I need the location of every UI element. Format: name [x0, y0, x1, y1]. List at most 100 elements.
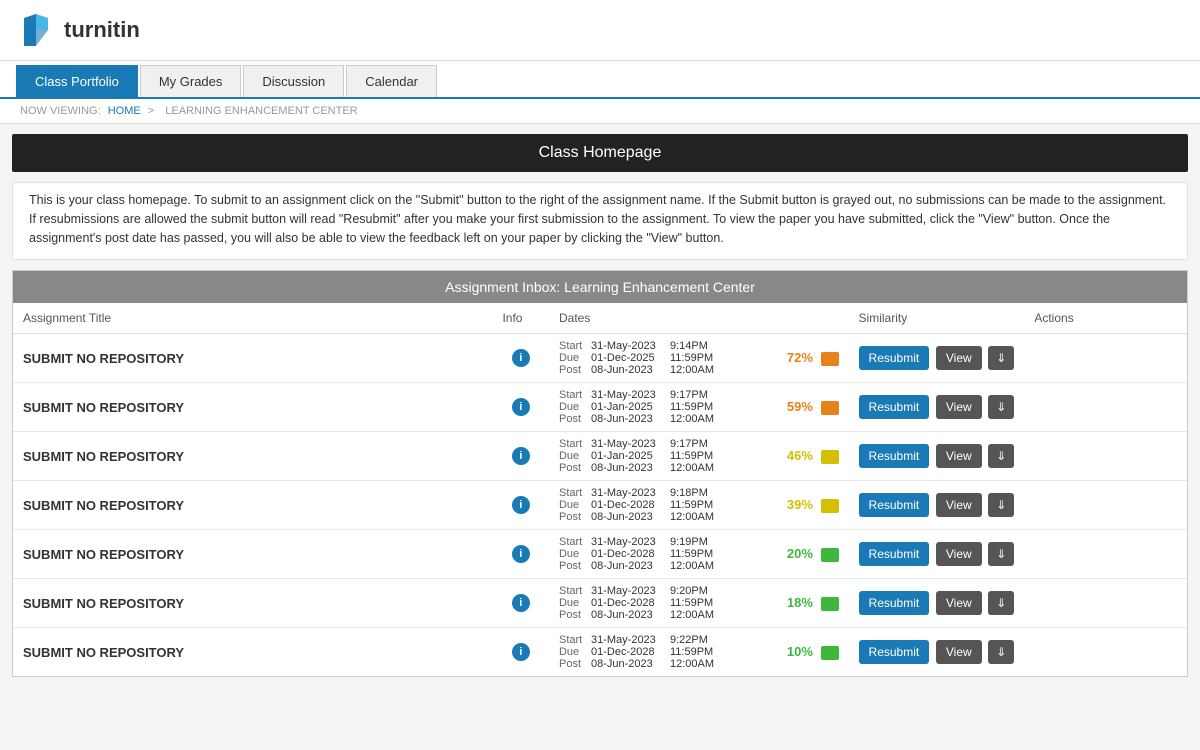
col-header-info: Info: [492, 303, 549, 334]
similarity-cell: 39%: [777, 481, 849, 530]
assignment-table: Assignment Title Info Dates Similarity A…: [13, 303, 1187, 676]
assignment-title-cell: SUBMIT NO REPOSITORY: [13, 628, 492, 677]
description-text: This is your class homepage. To submit t…: [12, 182, 1188, 260]
download-button[interactable]: ⇓: [988, 591, 1014, 615]
similarity-bar: [821, 646, 839, 660]
info-icon[interactable]: i: [512, 594, 530, 612]
view-button[interactable]: View: [936, 591, 982, 615]
breadcrumb-home[interactable]: HOME: [108, 105, 141, 117]
col-header-similarity: Similarity: [849, 303, 1025, 334]
assignment-title: SUBMIT NO REPOSITORY: [23, 645, 184, 660]
similarity-cell: 10%: [777, 628, 849, 677]
similarity-bar: [821, 401, 839, 415]
similarity-cell: 72%: [777, 334, 849, 383]
resubmit-button[interactable]: Resubmit: [859, 395, 930, 419]
similarity-cell: 59%: [777, 383, 849, 432]
download-button[interactable]: ⇓: [988, 395, 1014, 419]
info-cell: i: [492, 334, 549, 383]
view-button[interactable]: View: [936, 444, 982, 468]
info-icon[interactable]: i: [512, 496, 530, 514]
table-row: SUBMIT NO REPOSITORY i Start31-May-20239…: [13, 579, 1187, 628]
info-cell: i: [492, 481, 549, 530]
table-row: SUBMIT NO REPOSITORY i Start31-May-20239…: [13, 432, 1187, 481]
assignment-title-cell: SUBMIT NO REPOSITORY: [13, 334, 492, 383]
view-button[interactable]: View: [936, 542, 982, 566]
view-button[interactable]: View: [936, 493, 982, 517]
info-cell: i: [492, 530, 549, 579]
similarity-percent: 10%: [787, 644, 813, 659]
actions-cell: Resubmit View ⇓: [849, 628, 1025, 677]
similarity-percent: 20%: [787, 546, 813, 561]
table-row: SUBMIT NO REPOSITORY i Start31-May-20239…: [13, 334, 1187, 383]
similarity-bar: [821, 352, 839, 366]
resubmit-button[interactable]: Resubmit: [859, 346, 930, 370]
assignment-title-cell: SUBMIT NO REPOSITORY: [13, 481, 492, 530]
col-header-spacer: [777, 303, 849, 334]
dates-cell: Start31-May-20239:17PM Due01-Jan-202511:…: [549, 432, 777, 481]
tab-calendar[interactable]: Calendar: [346, 65, 437, 97]
info-icon[interactable]: i: [512, 545, 530, 563]
download-button[interactable]: ⇓: [988, 444, 1014, 468]
actions-cell: Resubmit View ⇓: [849, 432, 1025, 481]
tab-discussion[interactable]: Discussion: [243, 65, 344, 97]
info-cell: i: [492, 579, 549, 628]
nav-tabs: Class Portfolio My Grades Discussion Cal…: [0, 61, 1200, 99]
breadcrumb: NOW VIEWING: HOME > LEARNING ENHANCEMENT…: [0, 99, 1200, 124]
resubmit-button[interactable]: Resubmit: [859, 493, 930, 517]
dates-cell: Start31-May-20239:18PM Due01-Dec-202811:…: [549, 481, 777, 530]
info-icon[interactable]: i: [512, 349, 530, 367]
actions-cell: Resubmit View ⇓: [849, 530, 1025, 579]
similarity-bar: [821, 597, 839, 611]
view-button[interactable]: View: [936, 640, 982, 664]
similarity-percent: 39%: [787, 497, 813, 512]
assignment-title-cell: SUBMIT NO REPOSITORY: [13, 432, 492, 481]
similarity-percent: 46%: [787, 448, 813, 463]
dates-cell: Start31-May-20239:20PM Due01-Dec-202811:…: [549, 579, 777, 628]
inbox-title: Assignment Inbox: Learning Enhancement C…: [13, 271, 1187, 303]
info-icon[interactable]: i: [512, 447, 530, 465]
col-header-title: Assignment Title: [13, 303, 492, 334]
turnitin-logo-icon: [16, 10, 56, 50]
download-button[interactable]: ⇓: [988, 493, 1014, 517]
table-row: SUBMIT NO REPOSITORY i Start31-May-20239…: [13, 628, 1187, 677]
actions-cell: Resubmit View ⇓: [849, 383, 1025, 432]
actions-cell: Resubmit View ⇓: [849, 334, 1025, 383]
actions-cell: Resubmit View ⇓: [849, 579, 1025, 628]
assignment-title: SUBMIT NO REPOSITORY: [23, 351, 184, 366]
dates-cell: Start31-May-20239:22PM Due01-Dec-202811:…: [549, 628, 777, 677]
assignment-inbox: Assignment Inbox: Learning Enhancement C…: [12, 270, 1188, 677]
dates-cell: Start31-May-20239:19PM Due01-Dec-202811:…: [549, 530, 777, 579]
similarity-cell: 18%: [777, 579, 849, 628]
resubmit-button[interactable]: Resubmit: [859, 591, 930, 615]
similarity-percent: 72%: [787, 350, 813, 365]
table-row: SUBMIT NO REPOSITORY i Start31-May-20239…: [13, 383, 1187, 432]
similarity-bar: [821, 499, 839, 513]
view-button[interactable]: View: [936, 395, 982, 419]
breadcrumb-prefix: NOW VIEWING:: [20, 105, 101, 117]
download-button[interactable]: ⇓: [988, 346, 1014, 370]
breadcrumb-separator: >: [148, 105, 154, 117]
similarity-bar: [821, 548, 839, 562]
view-button[interactable]: View: [936, 346, 982, 370]
assignment-title: SUBMIT NO REPOSITORY: [23, 449, 184, 464]
download-button[interactable]: ⇓: [988, 640, 1014, 664]
table-row: SUBMIT NO REPOSITORY i Start31-May-20239…: [13, 530, 1187, 579]
tab-my-grades[interactable]: My Grades: [140, 65, 242, 97]
assignment-title-cell: SUBMIT NO REPOSITORY: [13, 579, 492, 628]
similarity-bar: [821, 450, 839, 464]
assignment-title: SUBMIT NO REPOSITORY: [23, 547, 184, 562]
resubmit-button[interactable]: Resubmit: [859, 640, 930, 664]
assignment-title-cell: SUBMIT NO REPOSITORY: [13, 530, 492, 579]
download-button[interactable]: ⇓: [988, 542, 1014, 566]
similarity-percent: 18%: [787, 595, 813, 610]
dates-cell: Start31-May-20239:17PM Due01-Jan-202511:…: [549, 383, 777, 432]
header: turnitin: [0, 0, 1200, 61]
tab-class-portfolio[interactable]: Class Portfolio: [16, 65, 138, 97]
resubmit-button[interactable]: Resubmit: [859, 542, 930, 566]
assignment-title: SUBMIT NO REPOSITORY: [23, 400, 184, 415]
info-icon[interactable]: i: [512, 643, 530, 661]
info-cell: i: [492, 383, 549, 432]
similarity-percent: 59%: [787, 399, 813, 414]
info-icon[interactable]: i: [512, 398, 530, 416]
resubmit-button[interactable]: Resubmit: [859, 444, 930, 468]
